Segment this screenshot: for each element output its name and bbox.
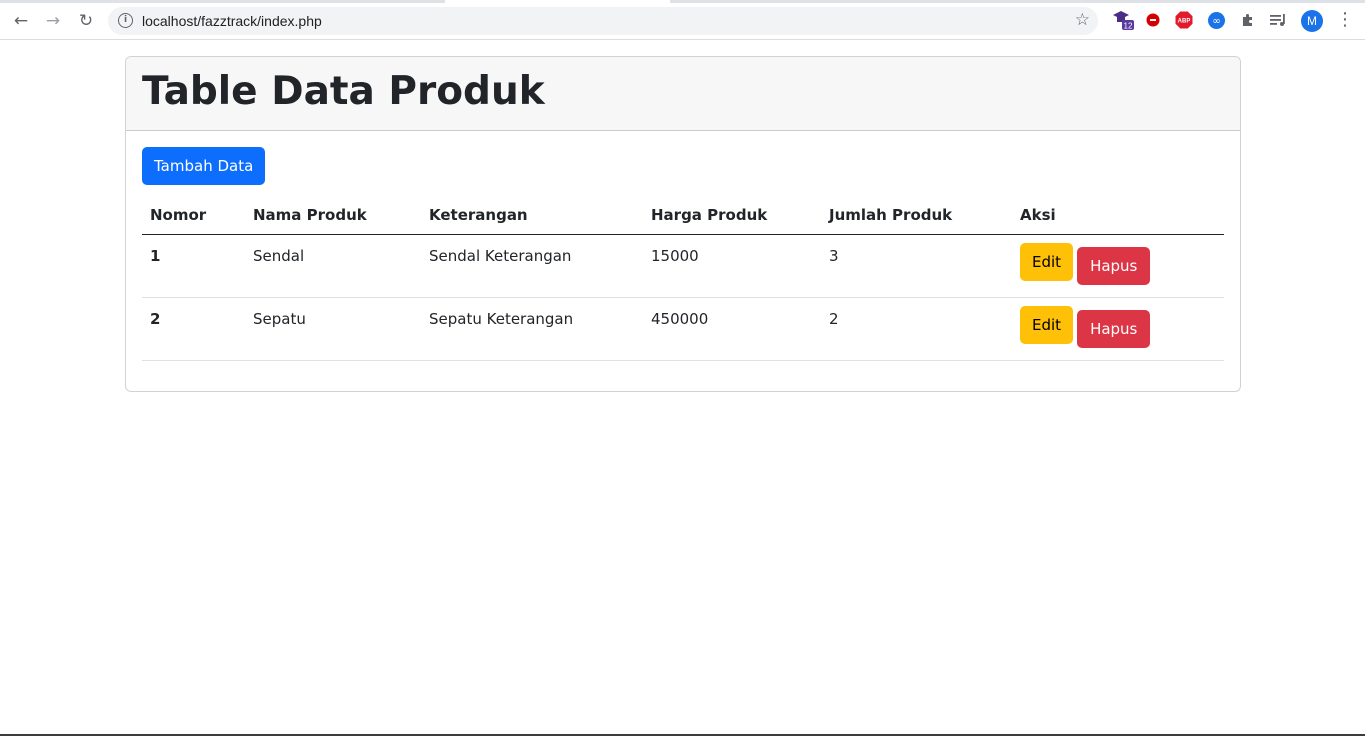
cell-jumlah-produk: 3 bbox=[821, 234, 1012, 298]
reload-icon[interactable]: ↻ bbox=[75, 10, 97, 32]
page-title: Table Data Produk bbox=[142, 69, 545, 114]
cell-aksi: Edit Hapus bbox=[1012, 234, 1224, 298]
red-circle-icon[interactable] bbox=[1145, 11, 1161, 29]
product-table: Nomor Nama Produk Keterangan Harga Produ… bbox=[142, 196, 1224, 361]
cell-jumlah-produk: 2 bbox=[821, 297, 1012, 361]
cell-nama-produk: Sepatu bbox=[245, 297, 421, 361]
cell-keterangan: Sendal Keterangan bbox=[421, 234, 643, 298]
column-header-nama-produk: Nama Produk bbox=[245, 196, 421, 235]
add-data-button[interactable]: Tambah Data bbox=[142, 147, 266, 185]
delete-button[interactable]: Hapus bbox=[1077, 246, 1151, 285]
loop-icon[interactable]: ∞ bbox=[1207, 11, 1225, 29]
graduation-cap-icon[interactable]: 12 bbox=[1111, 11, 1135, 31]
table-row: 2 Sepatu Sepatu Keterangan 450000 2 Edit… bbox=[142, 297, 1224, 361]
extension-badge: 12 bbox=[1124, 22, 1133, 31]
card-body: Tambah Data Nomor Nama Produk Keterangan… bbox=[126, 131, 1240, 361]
edit-button[interactable]: Edit bbox=[1020, 242, 1074, 281]
back-arrow-icon[interactable]: ← bbox=[10, 10, 32, 32]
tab-strip bbox=[0, 0, 1365, 3]
edit-button[interactable]: Edit bbox=[1020, 305, 1074, 344]
delete-button[interactable]: Hapus bbox=[1077, 309, 1151, 348]
cell-harga-produk: 15000 bbox=[643, 234, 821, 298]
column-header-nomor: Nomor bbox=[142, 196, 245, 235]
table-header-row: Nomor Nama Produk Keterangan Harga Produ… bbox=[142, 196, 1224, 235]
cell-aksi: Edit Hapus bbox=[1012, 297, 1224, 361]
puzzle-icon[interactable] bbox=[1239, 11, 1257, 29]
column-header-harga-produk: Harga Produk bbox=[643, 196, 821, 235]
adblock-label: ABP bbox=[1178, 19, 1191, 25]
active-tab-indicator[interactable] bbox=[445, 0, 670, 3]
cell-nomor: 1 bbox=[142, 234, 245, 298]
info-icon[interactable]: i bbox=[118, 13, 133, 28]
cell-keterangan: Sepatu Keterangan bbox=[421, 297, 643, 361]
table-row: 1 Sendal Sendal Keterangan 15000 3 Edit H… bbox=[142, 234, 1224, 298]
svg-text:∞: ∞ bbox=[1212, 16, 1220, 27]
address-bar[interactable]: i localhost/fazztrack/index.php ☆ bbox=[108, 7, 1098, 35]
media-queue-icon[interactable] bbox=[1270, 11, 1288, 29]
avatar[interactable]: M bbox=[1301, 10, 1323, 32]
forward-arrow-icon[interactable]: → bbox=[42, 10, 64, 32]
address-bar-url[interactable]: localhost/fazztrack/index.php bbox=[142, 13, 322, 29]
browser-toolbar: ← → ↻ i localhost/fazztrack/index.php ☆ … bbox=[0, 0, 1365, 40]
column-header-aksi: Aksi bbox=[1012, 196, 1224, 235]
kebab-menu-icon[interactable]: ⋮ bbox=[1336, 10, 1354, 32]
cell-nama-produk: Sendal bbox=[245, 234, 421, 298]
card-header: Table Data Produk bbox=[126, 57, 1240, 131]
product-card: Table Data Produk Tambah Data Nomor Nama… bbox=[125, 56, 1241, 392]
cell-nomor: 2 bbox=[142, 297, 245, 361]
adblock-icon[interactable]: ABP bbox=[1175, 11, 1193, 29]
cell-harga-produk: 450000 bbox=[643, 297, 821, 361]
star-icon[interactable]: ☆ bbox=[1075, 10, 1090, 30]
column-header-keterangan: Keterangan bbox=[421, 196, 643, 235]
column-header-jumlah-produk: Jumlah Produk bbox=[821, 196, 1012, 235]
